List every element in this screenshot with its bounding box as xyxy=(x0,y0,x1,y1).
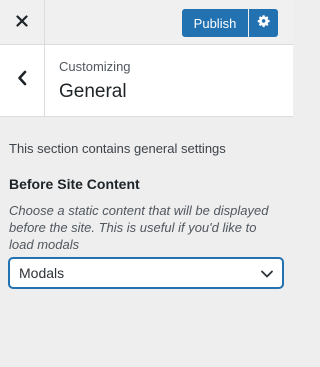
field-label: Before Site Content xyxy=(9,176,140,192)
chevron-left-icon xyxy=(17,70,27,91)
chevron-down-icon xyxy=(260,267,274,285)
section-description: This section contains general settings xyxy=(9,141,226,156)
back-button[interactable] xyxy=(0,45,45,116)
publish-settings-button[interactable] xyxy=(249,9,278,37)
section-header: Customizing General xyxy=(0,45,293,117)
gear-icon xyxy=(257,14,271,33)
select-value: Modals xyxy=(19,265,65,281)
close-button[interactable] xyxy=(0,0,45,45)
field-help-text: Choose a static content that will be dis… xyxy=(9,203,269,252)
customizer-topbar: Publish xyxy=(0,0,293,45)
close-icon xyxy=(16,14,28,32)
section-title: General xyxy=(59,81,127,102)
breadcrumb: Customizing xyxy=(59,59,131,74)
before-site-content-select[interactable]: Modals xyxy=(9,258,283,288)
publish-button[interactable]: Publish xyxy=(182,9,248,37)
